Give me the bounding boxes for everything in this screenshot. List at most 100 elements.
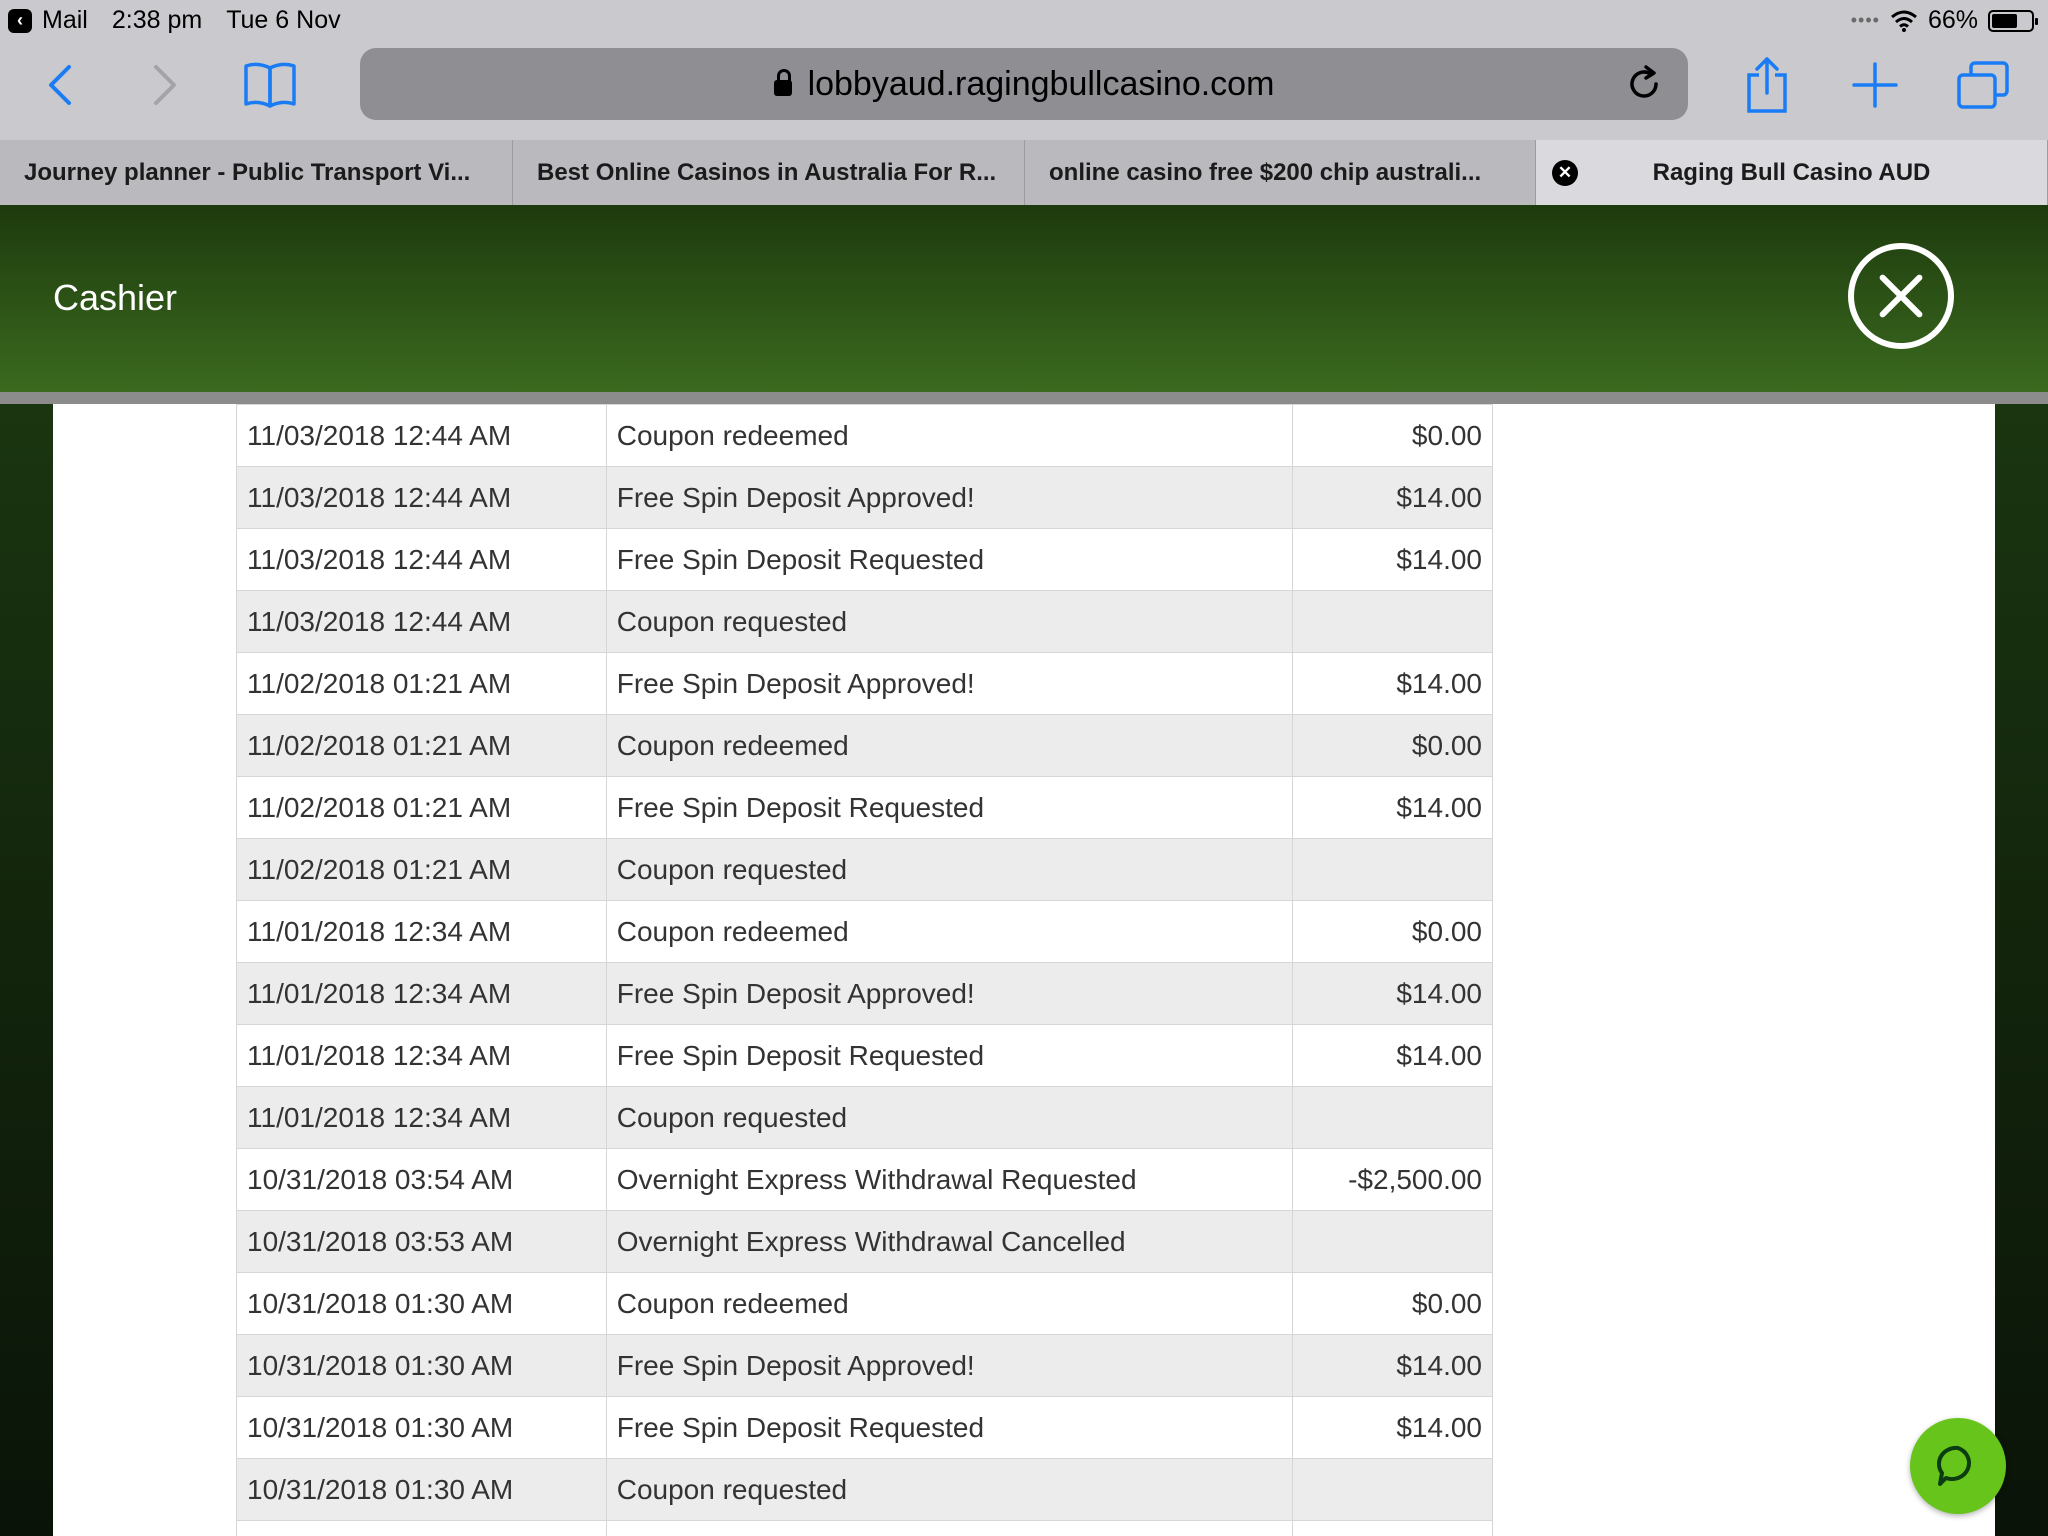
- tabs-icon[interactable]: [1948, 50, 2018, 120]
- cell-description: [605, 1520, 1294, 1536]
- header-divider: [0, 392, 2048, 404]
- tab-title: Best Online Casinos in Australia For R..…: [537, 158, 997, 186]
- cell-description: Coupon redeemed: [605, 1272, 1294, 1335]
- cell-amount: $0.00: [1292, 1272, 1493, 1335]
- cell-date: 11/01/2018 12:34 AM: [236, 1086, 607, 1149]
- cell-amount: [1292, 1458, 1493, 1521]
- cell-amount: $0.00: [1292, 404, 1493, 467]
- chat-button[interactable]: [1910, 1418, 2006, 1514]
- cell-amount: $14.00: [1292, 1334, 1493, 1397]
- transactions-panel: 11/03/2018 12:44 AM Coupon redeemed $0.00 1…: [53, 404, 1995, 1536]
- cell-description: Coupon requested: [605, 590, 1294, 653]
- cell-description: Coupon redeemed: [605, 900, 1294, 963]
- url-text: lobbyaud.ragingbullcasino.com: [807, 64, 1275, 103]
- cell-description: Coupon redeemed: [605, 404, 1294, 467]
- cell-amount: [1292, 590, 1493, 653]
- back-app-label[interactable]: Mail: [42, 6, 88, 35]
- table-row: 10/31/2018 01:30 AM Coupon redeemed $0.00: [236, 1272, 1493, 1335]
- back-to-app-icon[interactable]: ‹: [8, 8, 32, 33]
- table-row: 11/02/2018 01:21 AM Coupon requested: [236, 838, 1493, 901]
- cell-amount: -$2,500.00: [1292, 1148, 1493, 1211]
- cell-description: Free Spin Deposit Approved!: [605, 962, 1294, 1025]
- cell-description: Coupon requested: [605, 1458, 1294, 1521]
- book-icon[interactable]: [235, 50, 305, 120]
- background-right: [1995, 404, 2048, 1536]
- cell-date: 11/02/2018 01:21 AM: [236, 838, 607, 901]
- chevron-right-icon[interactable]: [130, 50, 200, 120]
- cell-date: 11/02/2018 01:21 AM: [236, 776, 607, 839]
- cell-date: 11/01/2018 12:34 AM: [236, 1024, 607, 1087]
- table-row: 11/02/2018 01:21 AM Free Spin Deposit App…: [236, 652, 1493, 715]
- cell-date: 10/31/2018 01:30 AM: [236, 1396, 607, 1459]
- battery-fill: [1992, 13, 2017, 28]
- cell-date: 10/31/2018 03:54 AM: [236, 1148, 607, 1211]
- signal-icon: ••••: [1850, 10, 1880, 30]
- cell-date: 10/31/2018 01:30 AM: [236, 1458, 607, 1521]
- cell-description: Free Spin Deposit Approved!: [605, 652, 1294, 715]
- page-title: Cashier: [53, 277, 178, 318]
- cell-date: [236, 1520, 607, 1536]
- chat-bubble-icon: [1936, 1445, 1972, 1486]
- cell-description: Free Spin Deposit Approved!: [605, 1334, 1294, 1397]
- cell-amount: [1292, 1520, 1493, 1536]
- cell-date: 11/02/2018 01:21 AM: [236, 652, 607, 715]
- tab-raging-bull[interactable]: ✕ Raging Bull Casino AUD: [1536, 140, 2048, 205]
- cell-amount: $14.00: [1292, 466, 1493, 529]
- reload-icon[interactable]: [1622, 62, 1666, 106]
- tab-title: Journey planner - Public Transport Vi...: [24, 158, 471, 186]
- chevron-left-icon[interactable]: [25, 50, 95, 120]
- cell-description: Coupon redeemed: [605, 714, 1294, 777]
- table-row: 11/01/2018 12:34 AM Free Spin Deposit App…: [236, 962, 1493, 1025]
- tab-title: online casino free $200 chip australi...: [1049, 158, 1482, 186]
- table-row: 11/03/2018 12:44 AM Free Spin Deposit App…: [236, 466, 1493, 529]
- cell-description: Coupon requested: [605, 838, 1294, 901]
- cell-description: Free Spin Deposit Requested: [605, 776, 1294, 839]
- tab-free-chip[interactable]: online casino free $200 chip australi...: [1025, 140, 1536, 205]
- tab-bar: Journey planner - Public Transport Vi...…: [0, 140, 2048, 205]
- cell-date: 11/01/2018 12:34 AM: [236, 900, 607, 963]
- tab-journey-planner[interactable]: Journey planner - Public Transport Vi...: [0, 140, 513, 205]
- table-row: 10/31/2018 01:30 AM Free Spin Deposit Req…: [236, 1396, 1493, 1459]
- cell-date: 10/31/2018 01:30 AM: [236, 1334, 607, 1397]
- cell-date: 10/31/2018 01:30 AM: [236, 1272, 607, 1335]
- cell-date: 11/03/2018 12:44 AM: [236, 466, 607, 529]
- address-bar[interactable]: lobbyaud.ragingbullcasino.com: [360, 48, 1688, 120]
- cell-amount: $14.00: [1292, 962, 1493, 1025]
- tab-best-online-casinos[interactable]: Best Online Casinos in Australia For R..…: [513, 140, 1025, 205]
- cell-description: Overnight Express Withdrawal Cancelled: [605, 1210, 1294, 1273]
- close-circle-icon[interactable]: [1848, 243, 1954, 349]
- background-left: [0, 404, 53, 1536]
- cell-date: 11/03/2018 12:44 AM: [236, 528, 607, 591]
- cell-amount: [1292, 1210, 1493, 1273]
- table-row: 11/03/2018 12:44 AM Free Spin Deposit Req…: [236, 528, 1493, 591]
- transactions-table: 11/03/2018 12:44 AM Coupon redeemed $0.00 1…: [236, 404, 1493, 1536]
- table-row: 10/31/2018 03:53 AM Overnight Express Wit…: [236, 1210, 1493, 1273]
- battery-percent: 66%: [1927, 6, 1978, 34]
- cell-date: 11/01/2018 12:34 AM: [236, 962, 607, 1025]
- cell-description: Coupon requested: [605, 1086, 1294, 1149]
- table-row: 10/31/2018 01:30 AM Coupon requested: [236, 1458, 1493, 1521]
- cell-date: 10/31/2018 03:53 AM: [236, 1210, 607, 1273]
- cell-amount: $14.00: [1292, 1024, 1493, 1087]
- cell-amount: $14.00: [1292, 652, 1493, 715]
- cell-description: Free Spin Deposit Requested: [605, 1396, 1294, 1459]
- table-row: [236, 1520, 1493, 1536]
- share-icon[interactable]: [1732, 50, 1802, 120]
- cashier-header: Cashier: [0, 205, 2048, 392]
- plus-icon[interactable]: [1840, 50, 1910, 120]
- tab-title: Raging Bull Casino AUD: [1652, 158, 1931, 186]
- cell-date: 11/03/2018 12:44 AM: [236, 404, 607, 467]
- table-row: 11/02/2018 01:21 AM Free Spin Deposit Req…: [236, 776, 1493, 839]
- cell-amount: [1292, 1086, 1493, 1149]
- table-row: 11/01/2018 12:34 AM Coupon redeemed $0.00: [236, 900, 1493, 963]
- cell-amount: $0.00: [1292, 900, 1493, 963]
- table-row: 10/31/2018 03:54 AM Overnight Express Wit…: [236, 1148, 1493, 1211]
- cell-description: Free Spin Deposit Requested: [605, 1024, 1294, 1087]
- status-bar: ‹ Mail 2:38 pm Tue 6 Nov •••• 66%: [0, 0, 2048, 40]
- table-row: 11/03/2018 12:44 AM Coupon redeemed $0.00: [236, 404, 1493, 467]
- cell-description: Overnight Express Withdrawal Requested: [605, 1148, 1294, 1211]
- cell-amount: $14.00: [1292, 1396, 1493, 1459]
- browser-toolbar: lobbyaud.ragingbullcasino.com: [0, 40, 2048, 140]
- close-tab-icon[interactable]: ✕: [1552, 160, 1578, 186]
- status-date: Tue 6 Nov: [226, 6, 341, 34]
